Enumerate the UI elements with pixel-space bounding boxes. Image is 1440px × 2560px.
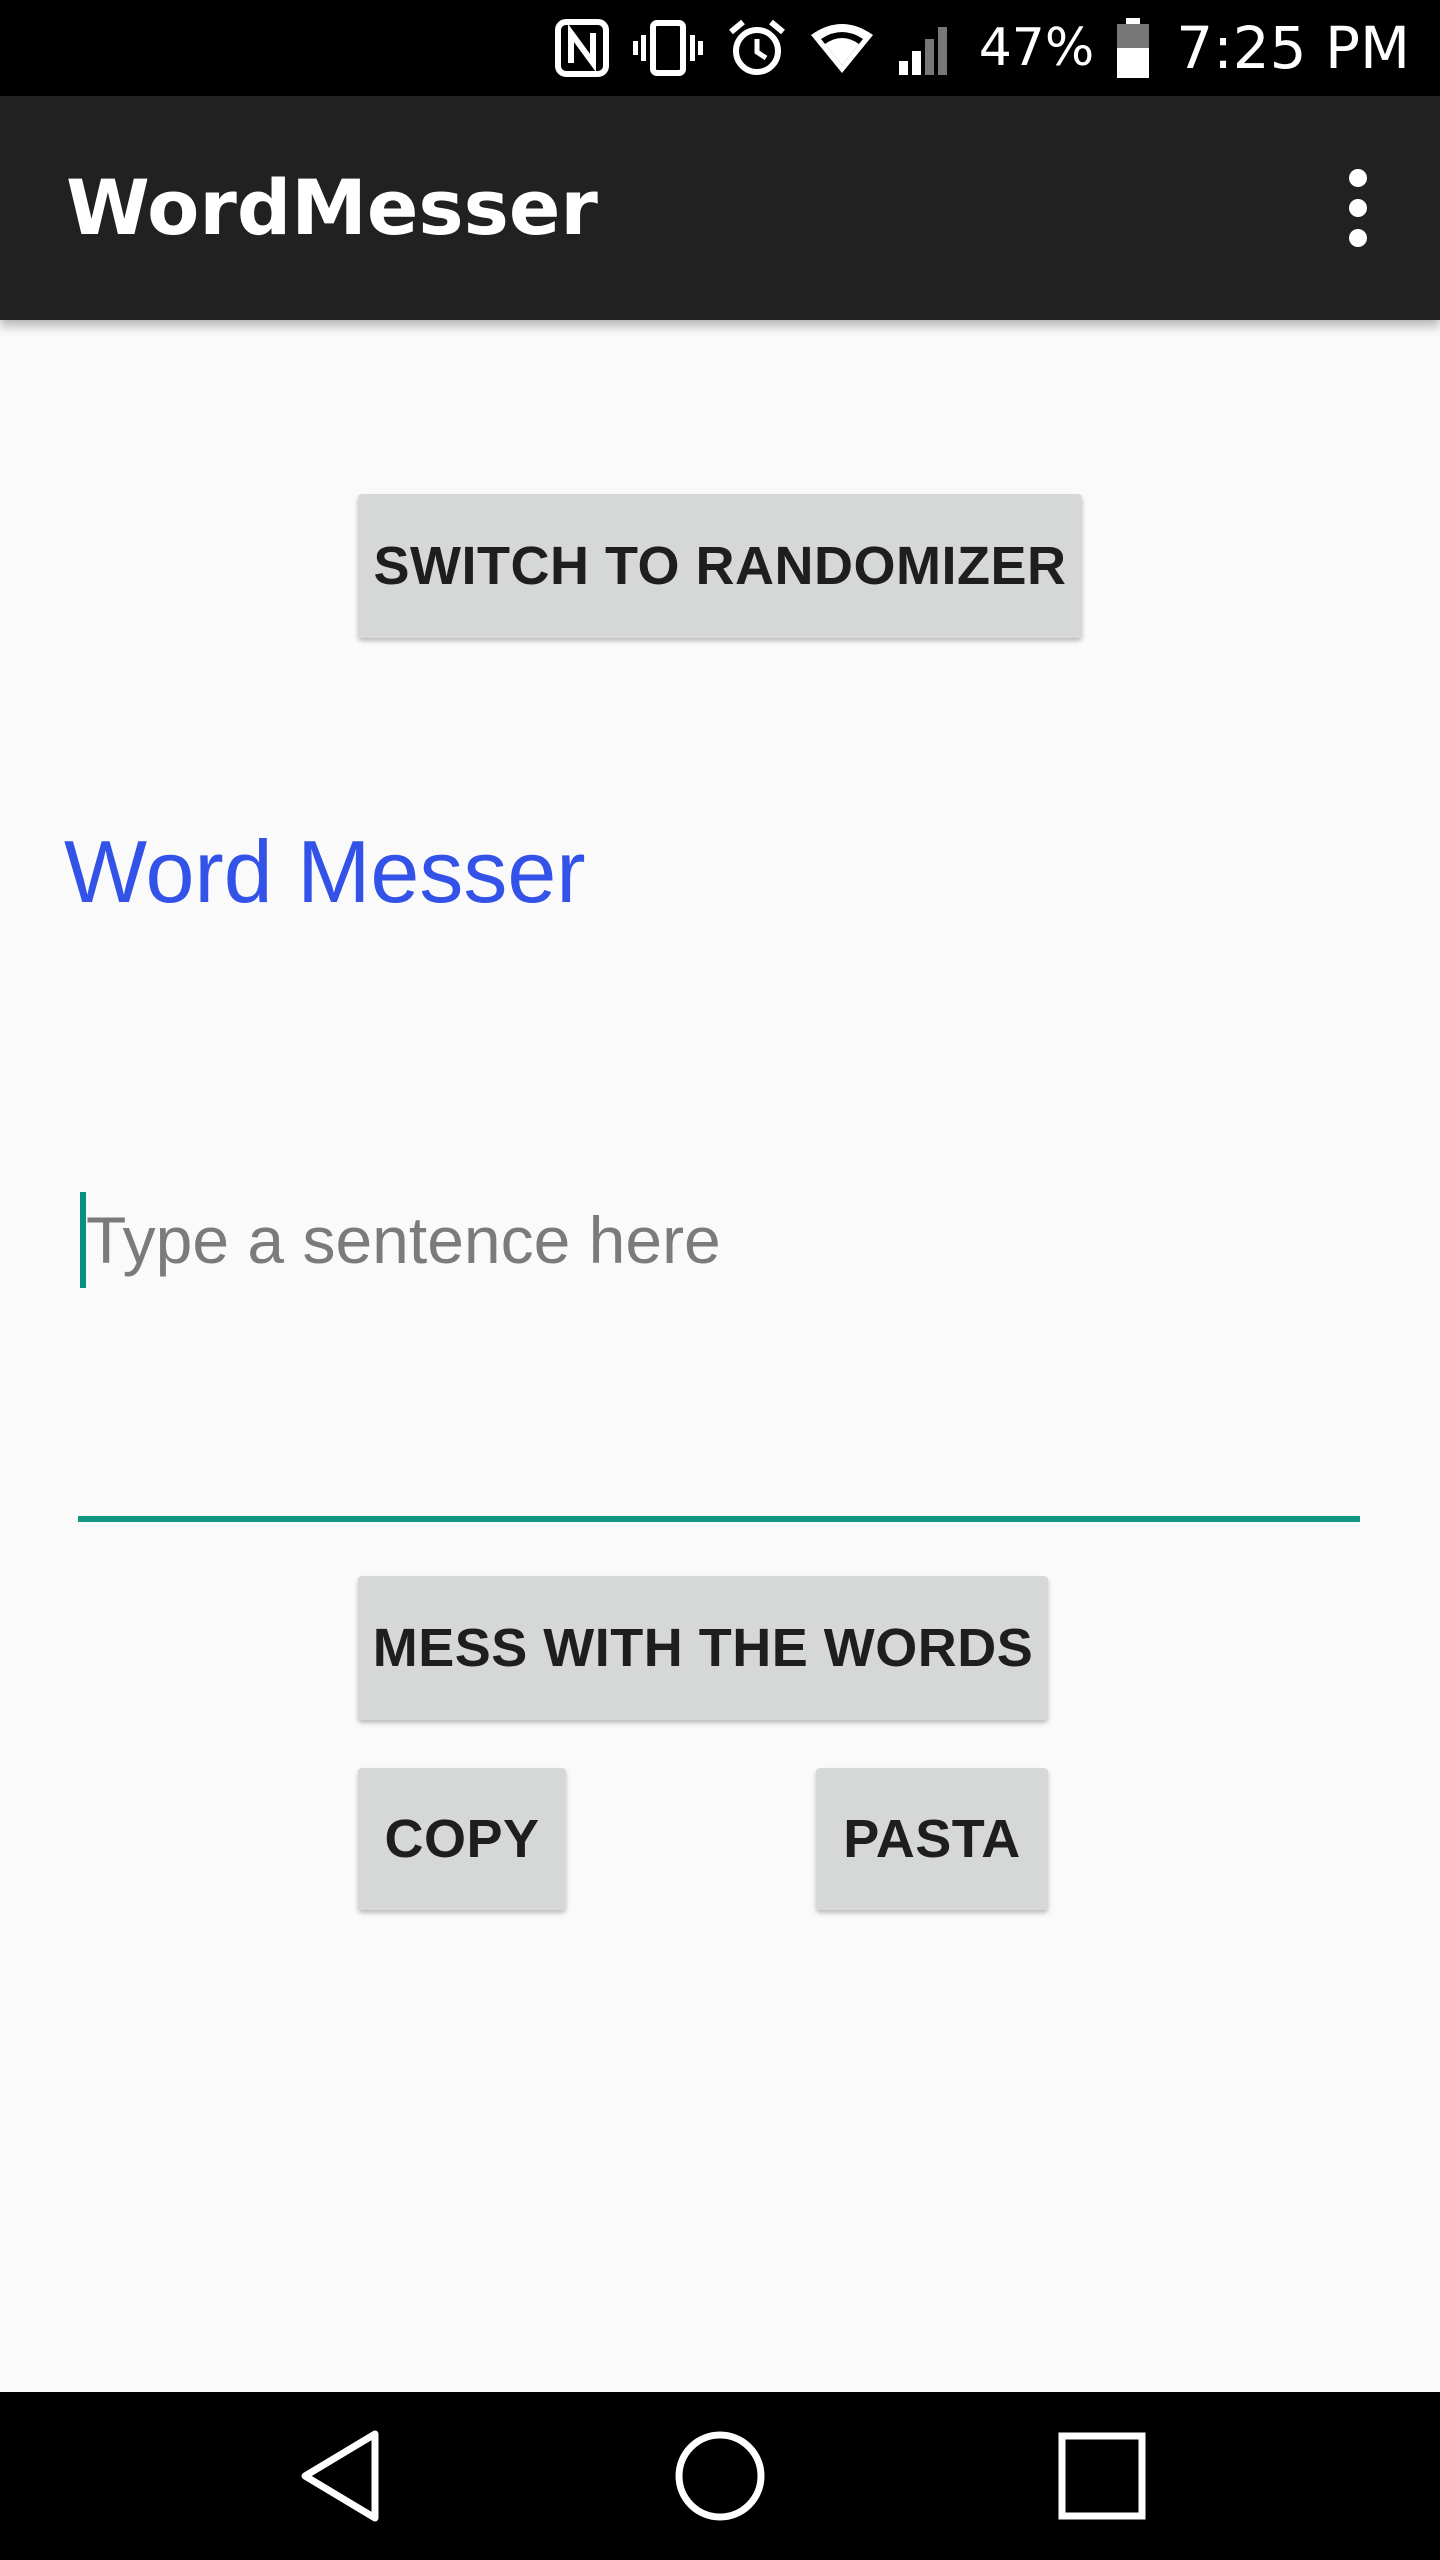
back-icon[interactable]	[256, 2392, 424, 2560]
signal-icon	[897, 19, 957, 77]
status-bar: 47% 7:25 PM	[0, 0, 1440, 96]
app-title: WordMesser	[66, 163, 598, 252]
copy-button[interactable]: COPY	[358, 1768, 566, 1910]
sentence-input[interactable]: Type a sentence here	[78, 1180, 1360, 1524]
mess-with-words-button[interactable]: MESS WITH THE WORDS	[358, 1576, 1048, 1720]
status-icons: 47% 7:25 PM	[554, 0, 1410, 96]
recents-icon[interactable]	[1018, 2392, 1186, 2560]
switch-to-randomizer-button[interactable]: SWITCH TO RANDOMIZER	[358, 494, 1082, 638]
wifi-icon	[809, 21, 875, 75]
home-icon[interactable]	[636, 2392, 804, 2560]
page-heading: Word Messer	[64, 822, 586, 921]
vibrate-icon	[631, 19, 705, 77]
input-underline	[78, 1516, 1360, 1522]
battery-icon	[1116, 18, 1150, 78]
alarm-icon	[727, 18, 787, 78]
app-bar: WordMesser	[0, 96, 1440, 320]
battery-percent: 47%	[978, 18, 1095, 78]
overflow-menu-icon[interactable]	[1306, 156, 1410, 260]
pasta-button[interactable]: PASTA	[816, 1768, 1048, 1910]
nfc-icon	[554, 19, 609, 77]
sentence-input-placeholder: Type a sentence here	[86, 1203, 721, 1277]
navigation-bar	[0, 2392, 1440, 2560]
clock: 7:25 PM	[1176, 14, 1410, 82]
